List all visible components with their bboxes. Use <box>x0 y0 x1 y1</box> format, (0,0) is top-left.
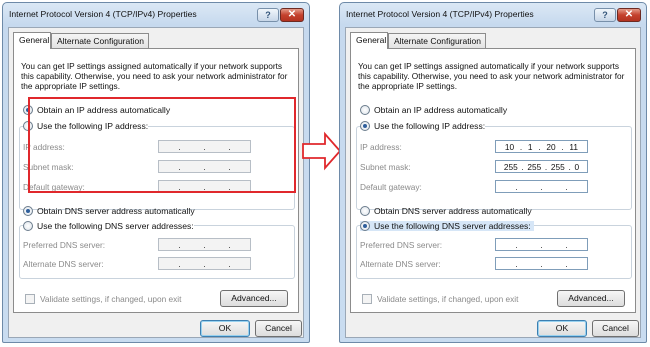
title-bar: Internet Protocol Version 4 (TCP/IPv4) P… <box>340 3 646 27</box>
tab-general[interactable]: General <box>350 32 388 49</box>
ip-octet-3: 20 <box>546 141 556 152</box>
dns-group <box>356 225 632 279</box>
obtain-ip-auto-radio[interactable]: Obtain an IP address automatically <box>360 105 507 115</box>
mask-octet-1: 255 <box>503 161 518 172</box>
general-tab-panel: You can get IP settings assigned automat… <box>350 48 636 313</box>
tab-alternate-configuration[interactable]: Alternate Configuration <box>388 33 486 49</box>
advanced-button[interactable]: Advanced... <box>220 290 288 307</box>
close-button[interactable]: ✕ <box>617 8 641 22</box>
use-following-dns-radio[interactable]: Use the following DNS server addresses: <box>23 221 194 231</box>
ip-octet-1: 10 <box>504 141 515 152</box>
obtain-ip-auto-label: Obtain an IP address automatically <box>374 105 508 115</box>
mask-octet-4: 0 <box>574 161 580 172</box>
preferred-dns-field[interactable]: ... <box>158 238 251 251</box>
tab-general[interactable]: General <box>13 32 51 49</box>
ok-button[interactable]: OK <box>537 320 587 337</box>
preferred-dns-label: Preferred DNS server: <box>23 240 106 250</box>
use-following-ip-label: Use the following IP address: <box>374 121 486 131</box>
mask-octet-3: 255 <box>550 161 565 172</box>
validate-settings-label: Validate settings, if changed, upon exit <box>40 294 182 304</box>
intro-text: You can get IP settings assigned automat… <box>21 61 288 91</box>
window-title: Internet Protocol Version 4 (TCP/IPv4) P… <box>9 9 197 19</box>
validate-settings-label: Validate settings, if changed, upon exit <box>377 294 519 304</box>
radio-unselected-icon[interactable] <box>360 206 370 216</box>
preferred-dns-field[interactable]: ... <box>495 238 588 251</box>
obtain-dns-auto-label: Obtain DNS server address automatically <box>374 206 532 216</box>
alternate-dns-label: Alternate DNS server: <box>23 259 104 269</box>
intro-text: You can get IP settings assigned automat… <box>358 61 625 91</box>
radio-unselected-icon[interactable] <box>23 221 33 231</box>
use-following-ip-radio[interactable]: Use the following IP address: <box>360 121 486 131</box>
alternate-dns-field[interactable]: ... <box>495 257 588 270</box>
obtain-dns-auto-radio[interactable]: Obtain DNS server address automatically <box>360 206 532 216</box>
cancel-button[interactable]: Cancel <box>255 320 302 337</box>
help-button[interactable]: ? <box>257 8 279 22</box>
ip-octet-4: 11 <box>569 141 579 152</box>
ok-button[interactable]: OK <box>200 320 250 337</box>
ip-octet-2: 1 <box>527 141 533 152</box>
close-button[interactable]: ✕ <box>280 8 304 22</box>
default-gateway-label: Default gateway: <box>360 182 422 192</box>
dns-group <box>19 225 295 279</box>
help-button[interactable]: ? <box>594 8 616 22</box>
right-arrow-icon <box>302 131 342 171</box>
subnet-mask-field[interactable]: 255. 255. 255. 0 <box>495 160 588 173</box>
checkbox-box[interactable] <box>362 294 372 304</box>
cancel-button[interactable]: Cancel <box>592 320 639 337</box>
ipv4-properties-window-after: Internet Protocol Version 4 (TCP/IPv4) P… <box>339 2 647 343</box>
use-following-dns-label: Use the following DNS server addresses: <box>374 221 531 231</box>
ip-address-field[interactable]: 10. 1. 20. 11 <box>495 140 588 153</box>
tab-alternate-configuration[interactable]: Alternate Configuration <box>51 33 149 49</box>
use-following-dns-radio[interactable]: Use the following DNS server addresses: <box>360 221 534 231</box>
subnet-mask-label: Subnet mask: <box>360 162 411 172</box>
radio-selected-icon[interactable] <box>360 221 370 231</box>
validate-settings-checkbox[interactable]: Validate settings, if changed, upon exit <box>25 294 181 304</box>
preferred-dns-label: Preferred DNS server: <box>360 240 443 250</box>
screenshot-canvas: Internet Protocol Version 4 (TCP/IPv4) P… <box>0 0 650 347</box>
ip-address-label: IP address: <box>360 142 402 152</box>
default-gateway-field[interactable]: ... <box>495 180 588 193</box>
alternate-dns-label: Alternate DNS server: <box>360 259 441 269</box>
use-following-dns-label: Use the following DNS server addresses: <box>37 221 194 231</box>
validate-settings-checkbox[interactable]: Validate settings, if changed, upon exit <box>362 294 518 304</box>
mask-octet-2: 255 <box>527 161 542 172</box>
checkbox-box[interactable] <box>25 294 35 304</box>
obtain-dns-auto-radio[interactable]: Obtain DNS server address automatically <box>23 206 195 216</box>
highlight-box <box>28 97 296 193</box>
window-title: Internet Protocol Version 4 (TCP/IPv4) P… <box>346 9 534 19</box>
obtain-dns-auto-label: Obtain DNS server address automatically <box>37 206 195 216</box>
radio-selected-icon[interactable] <box>360 121 370 131</box>
advanced-button[interactable]: Advanced... <box>557 290 625 307</box>
radio-selected-icon[interactable] <box>23 206 33 216</box>
dialog-body: General Alternate Configuration You can … <box>345 27 641 338</box>
title-bar: Internet Protocol Version 4 (TCP/IPv4) P… <box>3 3 309 27</box>
alternate-dns-field[interactable]: ... <box>158 257 251 270</box>
radio-unselected-icon[interactable] <box>360 105 370 115</box>
